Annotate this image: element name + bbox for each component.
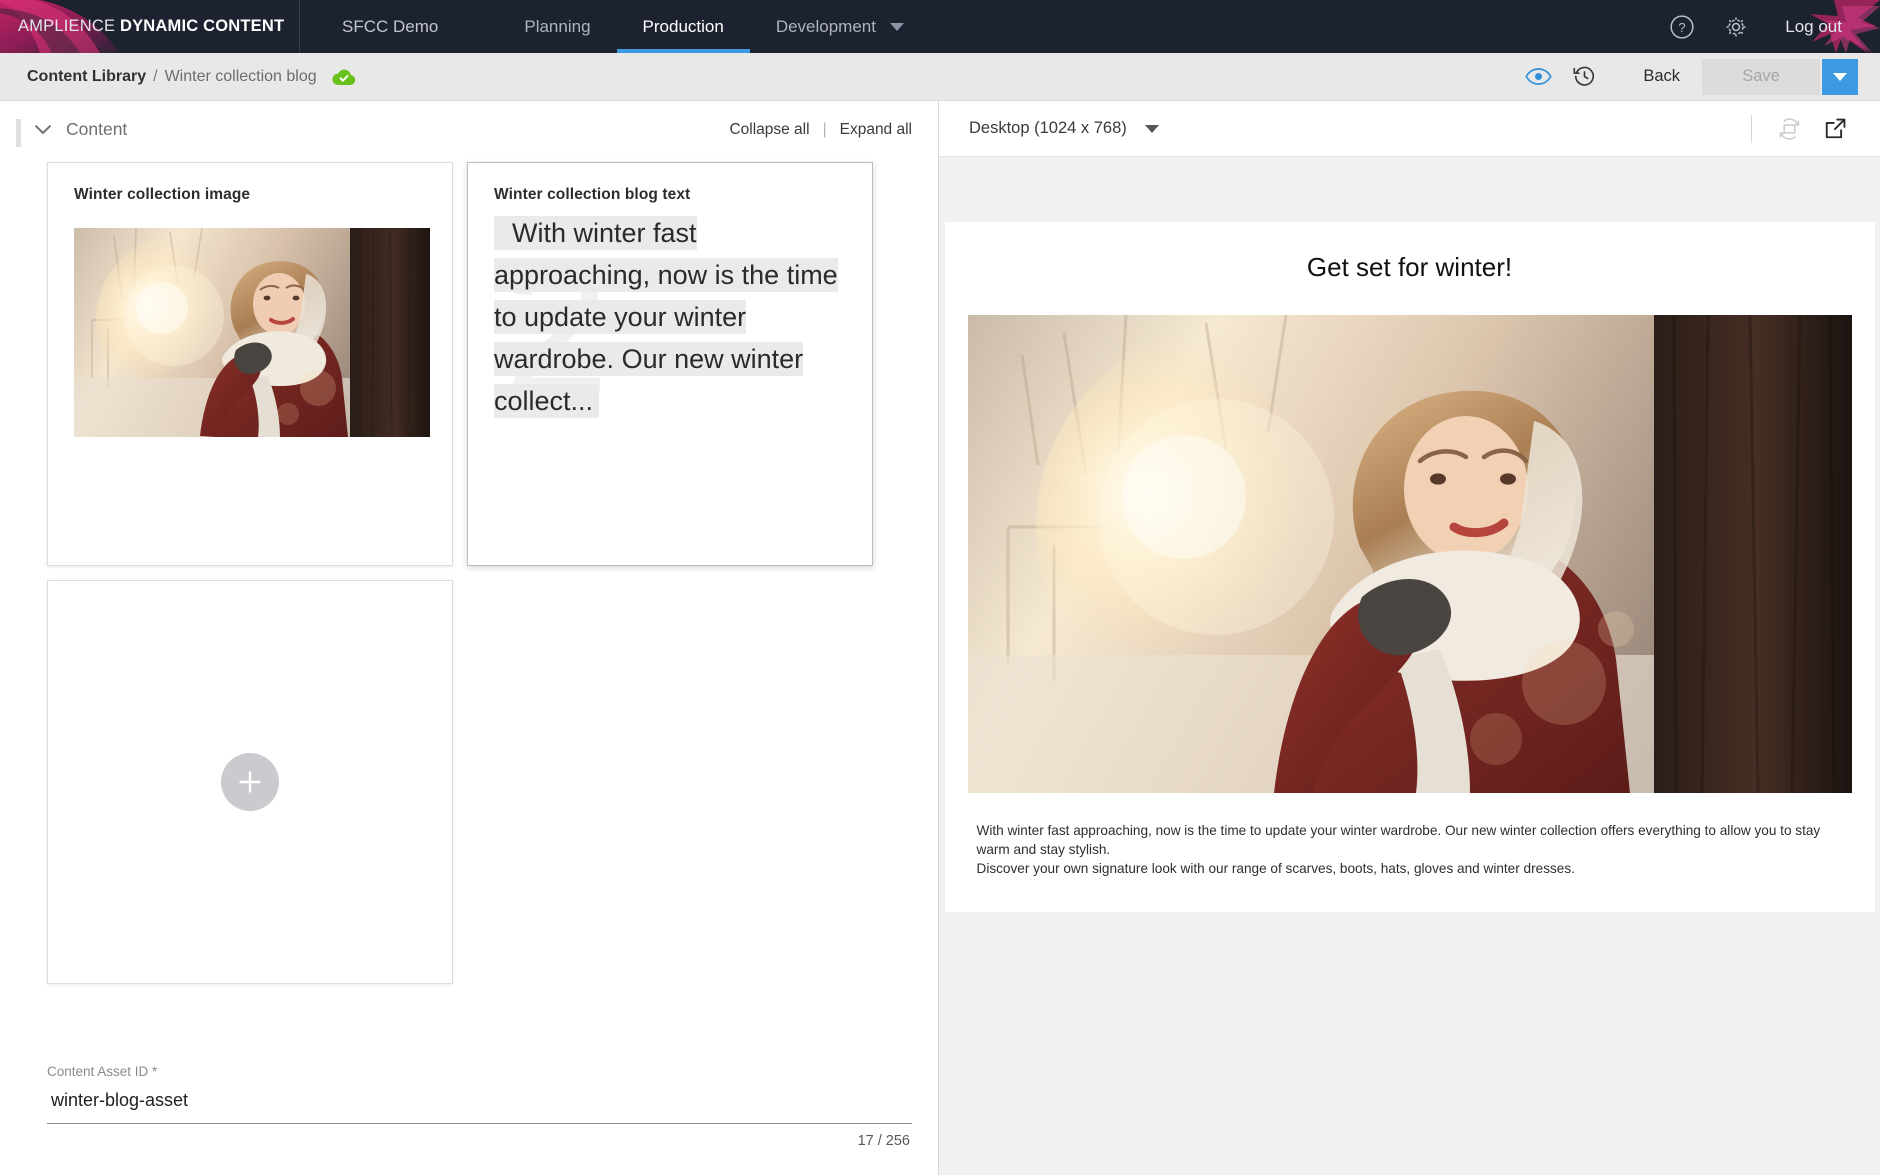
link-divider: | [822,120,827,138]
nav-right-actions: ? Log out [1655,0,1880,53]
character-counter: 17 / 256 [857,1133,910,1149]
main-content-area: Content Collapse all | Expand all Winter… [0,101,1880,1175]
breadcrumb-toolbar: Content Library / Winter collection blog… [0,53,1880,101]
svg-text:?: ? [1679,19,1686,34]
breadcrumb-separator: / [153,67,158,85]
open-preview-new-window-button[interactable] [1812,109,1858,149]
expand-all-button[interactable]: Expand all [840,121,912,139]
card-label: Winter collection image [74,186,251,203]
app-logo[interactable]: AMPLIENCE DYNAMIC CONTENT [0,0,300,53]
preview-toolbar: Desktop (1024 x 768) [939,101,1880,157]
logout-button[interactable]: Log out [1763,17,1854,37]
card-text-preview: 2 With winter fast approaching, now is t… [494,212,846,422]
version-history-button[interactable] [1561,57,1607,97]
preview-document: Get set for winter! With winter fast app… [944,222,1875,912]
gear-icon [1726,16,1746,37]
nav-item-planning[interactable]: Planning [498,0,616,53]
card-thumbnail [74,228,430,437]
top-navigation-bar: AMPLIENCE DYNAMIC CONTENT SFCC Demo Plan… [0,0,1880,53]
eye-icon [1525,68,1552,85]
content-card-text[interactable]: Winter collection blog text 2 With winte… [467,162,873,566]
nav-item-development[interactable]: Development [750,0,930,53]
chevron-down-icon [1144,124,1159,133]
preview-heading: Get set for winter! [1306,252,1513,282]
toolbar-divider [1751,114,1752,143]
save-button[interactable]: Save [1702,58,1820,95]
nav-item-development-label: Development [775,16,876,36]
section-title: Content [66,119,128,139]
logo-text-dynamic-content: DYNAMIC CONTENT [119,17,285,35]
content-form-pane: Content Collapse all | Expand all Winter… [0,101,939,1175]
nav-item-production-label: Production [642,16,724,36]
rotate-device-button[interactable] [1766,109,1812,149]
chevron-down-icon [889,22,904,31]
open-in-new-window-icon [1825,118,1845,139]
card-excerpt: With winter fast approaching, now is the… [494,216,838,418]
preview-hero-image [967,315,1852,793]
settings-button[interactable] [1709,0,1763,53]
content-card-image[interactable]: Winter collection image [47,162,453,566]
publish-status-badge[interactable] [331,67,357,87]
logo-text-amplience: AMPLIENCE [18,17,120,35]
preview-paragraph-2: Discover your own signature look with ou… [976,861,1575,876]
cloud-published-icon [332,69,355,85]
rotate-device-icon [1779,118,1799,140]
preview-pane: Desktop (1024 x 768) Get set for winter!… [939,101,1880,1175]
section-accent-bar [16,119,21,147]
chevron-down-icon [34,124,52,135]
preview-viewport: Get set for winter! With winter fast app… [939,157,1880,1175]
collapse-all-button[interactable]: Collapse all [729,121,809,139]
card-excerpt-text: With winter fast approaching, now is the… [494,218,838,416]
content-cards-grid: Winter collection image Winter collectio… [0,152,938,984]
section-collapse-toggle[interactable] [34,124,52,135]
preview-body-text: With winter fast approaching, now is the… [945,793,1875,878]
device-size-label: Desktop (1024 x 768) [969,119,1127,137]
project-selector[interactable]: SFCC Demo [300,0,498,53]
breadcrumb-content-library[interactable]: Content Library [27,68,146,86]
nav-item-planning-label: Planning [524,16,591,36]
card-label: Winter collection blog text [494,186,691,203]
preview-toggle-button[interactable] [1515,57,1561,97]
chevron-down-icon [1833,72,1847,81]
help-button[interactable]: ? [1655,0,1709,53]
device-size-select[interactable]: Desktop (1024 x 768) [969,119,1159,138]
winter-photo-hero-icon [967,315,1852,793]
nav-item-production[interactable]: Production [616,0,751,53]
content-asset-id-label: Content Asset ID * [47,1064,158,1079]
app-logo-text: AMPLIENCE DYNAMIC CONTENT [18,17,284,36]
plus-icon [239,771,261,793]
back-button[interactable]: Back [1621,67,1702,86]
content-section-header: Content Collapse all | Expand all [0,101,938,152]
breadcrumb-current-item: Winter collection blog [164,67,317,85]
winter-photo-thumbnail-icon [74,228,430,437]
content-asset-id-field-group: Content Asset ID * 17 / 256 [0,1064,938,1175]
add-content-card-button[interactable] [47,580,453,984]
content-asset-id-input[interactable] [47,1088,912,1124]
preview-paragraph-1: With winter fast approaching, now is the… [976,823,1821,857]
add-circle [221,753,279,811]
history-clock-icon [1573,66,1594,86]
help-circle-icon: ? [1670,14,1694,39]
save-options-dropdown-button[interactable] [1822,58,1858,95]
